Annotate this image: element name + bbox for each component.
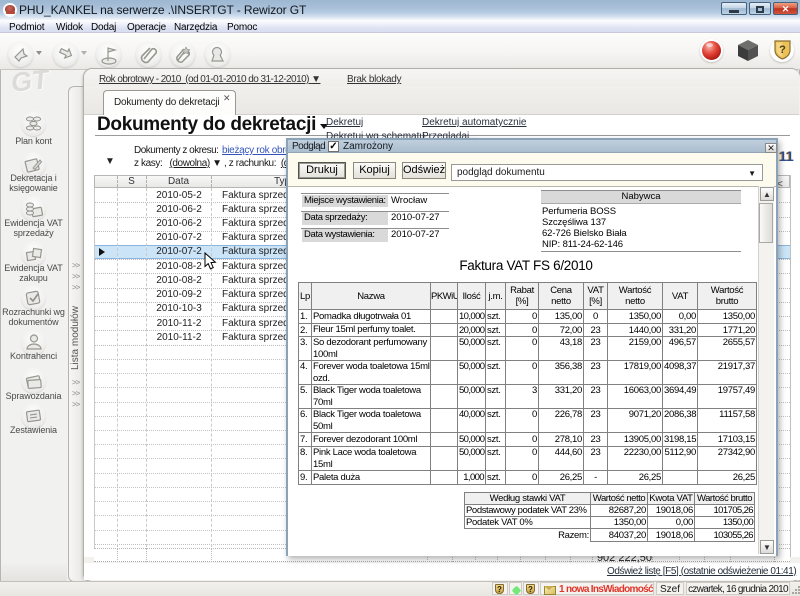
svg-text:?: ? xyxy=(779,44,786,56)
